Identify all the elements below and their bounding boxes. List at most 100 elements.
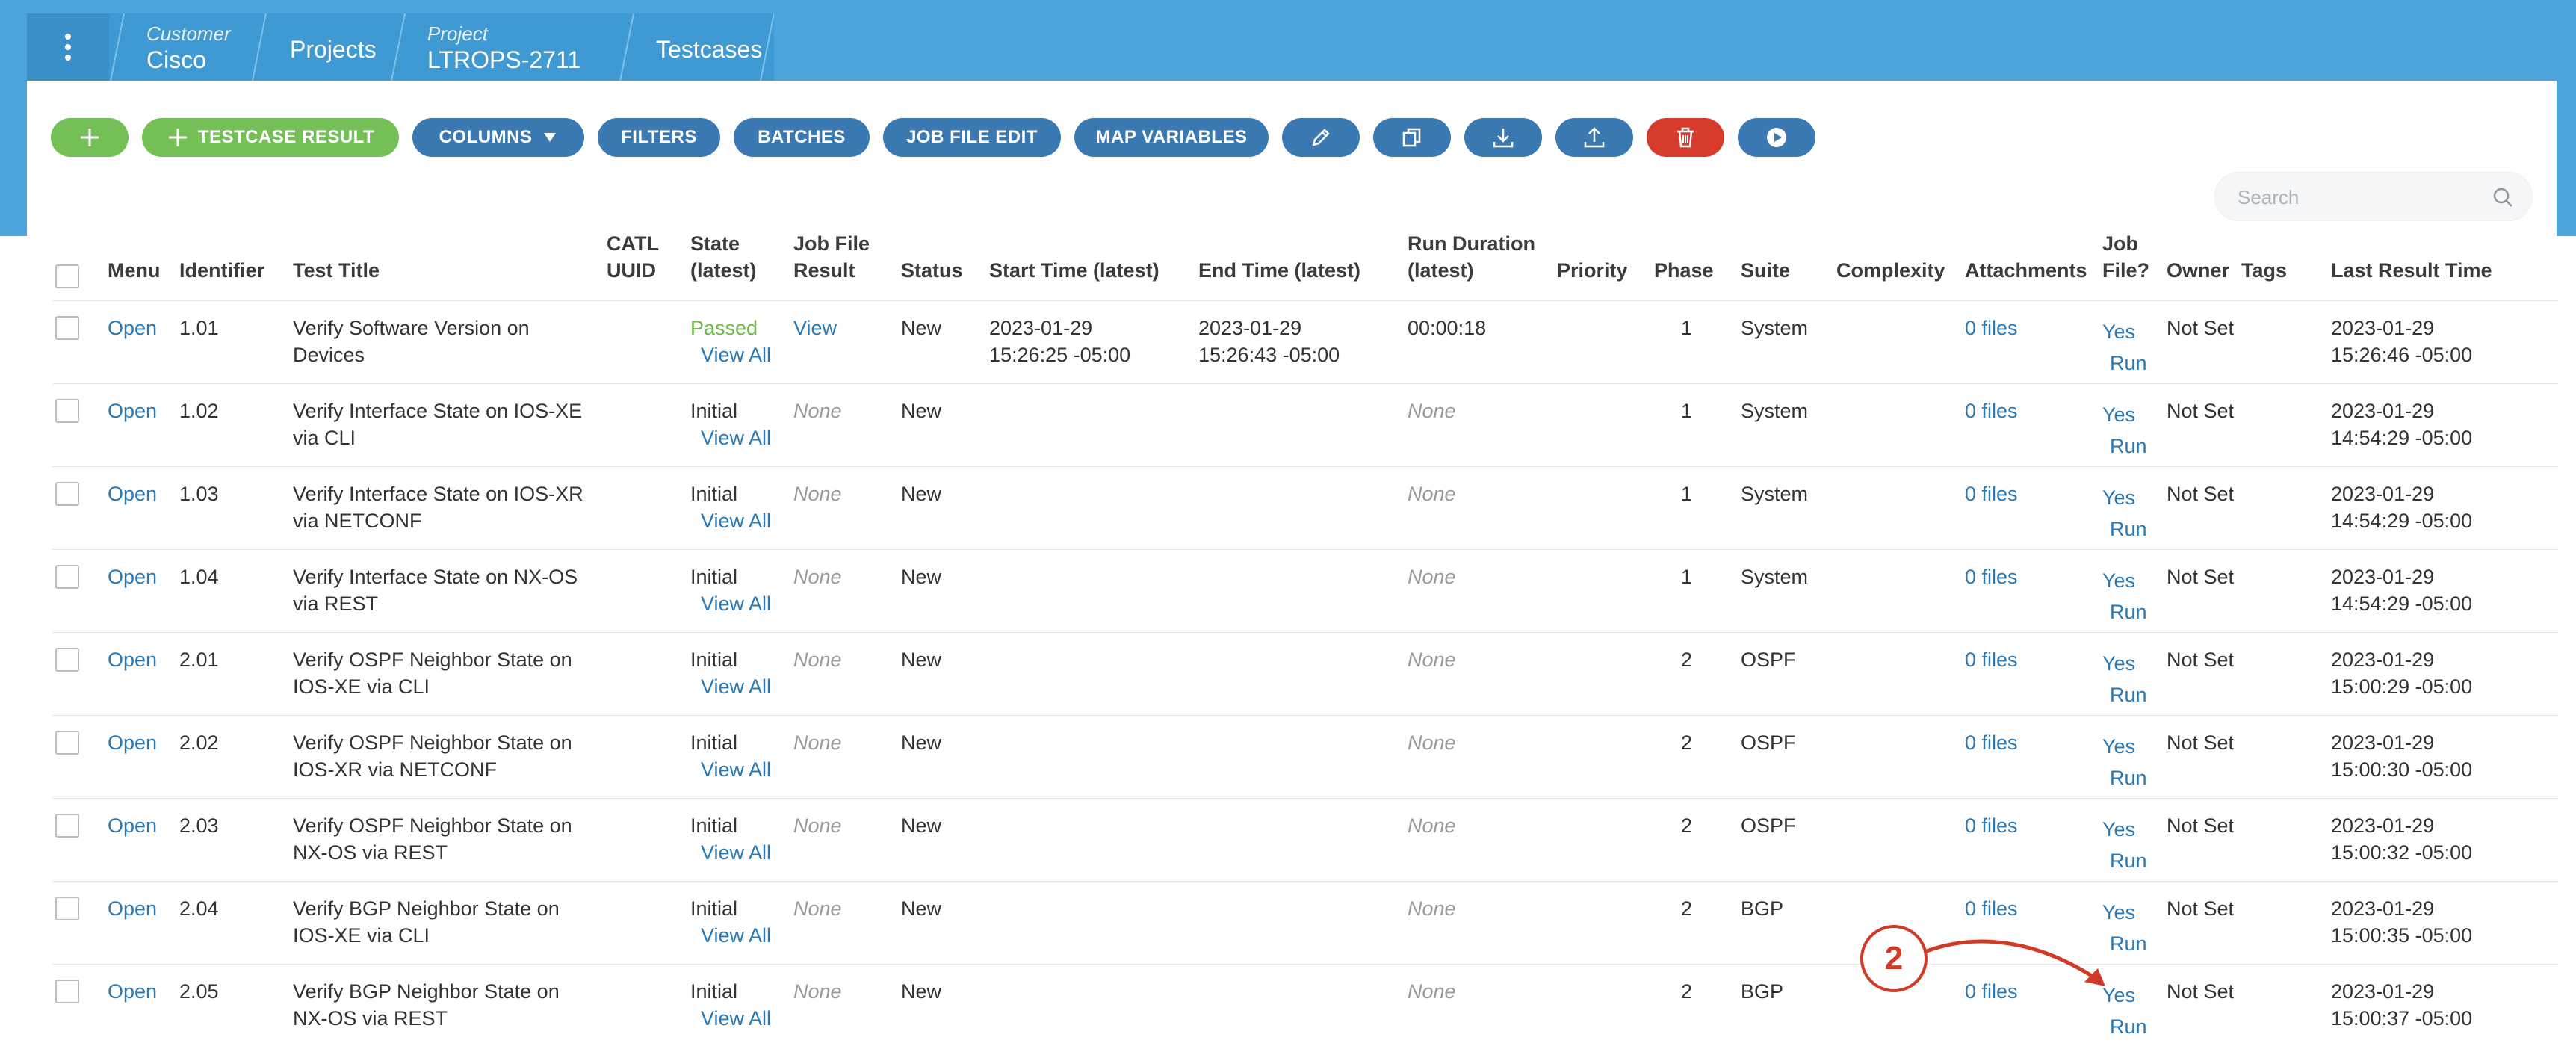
open-menu-link[interactable]: Open (108, 563, 157, 590)
select-all-checkbox[interactable] (55, 264, 79, 288)
testcase-result-button[interactable]: TESTCASE RESULT (142, 118, 399, 157)
attachments-link[interactable]: 0 files (1965, 646, 2018, 673)
run-link[interactable]: Run (2102, 513, 2147, 545)
job-file-yes-link[interactable]: Yes (2102, 316, 2147, 347)
job-file-edit-button[interactable]: JOB FILE EDIT (883, 118, 1061, 157)
row-checkbox[interactable] (55, 565, 79, 589)
batches-button[interactable]: BATCHES (734, 118, 870, 157)
view-all-link[interactable]: View All (690, 1005, 771, 1032)
test-title[interactable]: Verify Software Version on Devices (293, 315, 530, 368)
open-menu-link[interactable]: Open (108, 315, 157, 341)
column-header-owner[interactable]: Owner (2167, 257, 2229, 284)
test-title[interactable]: Verify BGP Neighbor State on NX-OS via RE… (293, 978, 560, 1032)
column-header-state[interactable]: State (latest) (690, 230, 757, 284)
job-file-yes-link[interactable]: Yes (2102, 814, 2147, 845)
view-all-link[interactable]: View All (690, 507, 771, 534)
run-button[interactable] (1738, 118, 1815, 157)
breadcrumb-menu-button[interactable] (27, 13, 109, 81)
job-file-yes-link[interactable]: Yes (2102, 565, 2147, 596)
column-header-test-title[interactable]: Test Title (293, 257, 380, 284)
column-header-priority[interactable]: Priority (1557, 257, 1628, 284)
attachments-link[interactable]: 0 files (1965, 895, 2018, 922)
test-title[interactable]: Verify Interface State on IOS-XR via NETC… (293, 480, 583, 534)
column-header-start-time[interactable]: Start Time (latest) (989, 257, 1159, 284)
attachments-link[interactable]: 0 files (1965, 397, 2018, 424)
view-all-link[interactable]: View All (690, 673, 771, 700)
test-title[interactable]: Verify OSPF Neighbor State on NX-OS via R… (293, 812, 572, 866)
view-all-link[interactable]: View All (690, 839, 771, 866)
attachments-link[interactable]: 0 files (1965, 729, 2018, 756)
search-box[interactable] (2214, 172, 2533, 221)
run-link[interactable]: Run (2102, 347, 2147, 379)
row-checkbox[interactable] (55, 814, 79, 838)
open-menu-link[interactable]: Open (108, 729, 157, 756)
row-checkbox[interactable] (55, 482, 79, 506)
search-icon[interactable] (2492, 186, 2514, 208)
row-checkbox[interactable] (55, 980, 79, 1003)
row-checkbox[interactable] (55, 316, 79, 340)
search-input[interactable] (2238, 183, 2477, 211)
download-button[interactable] (1464, 118, 1542, 157)
filters-button[interactable]: FILTERS (598, 118, 720, 157)
job-file-yes-link[interactable]: Yes (2102, 731, 2147, 762)
column-header-attachments[interactable]: Attachments (1965, 257, 2087, 284)
column-header-job-file-result[interactable]: Job File Result (793, 230, 870, 284)
add-testcase-button[interactable] (51, 118, 129, 157)
run-link[interactable]: Run (2102, 762, 2147, 793)
job-file-yes-link[interactable]: Yes (2102, 648, 2147, 679)
run-link[interactable]: Run (2102, 679, 2147, 711)
column-header-run-duration[interactable]: Run Duration (latest) (1408, 230, 1535, 284)
attachments-link[interactable]: 0 files (1965, 480, 2018, 507)
column-header-last-result-time[interactable]: Last Result Time (2331, 257, 2492, 284)
column-header-tags[interactable]: Tags (2241, 257, 2287, 284)
run-link[interactable]: Run (2102, 845, 2147, 876)
map-variables-button[interactable]: MAP VARIABLES (1074, 118, 1269, 157)
test-title[interactable]: Verify OSPF Neighbor State on IOS-XR via … (293, 729, 572, 783)
view-all-link[interactable]: View All (690, 922, 771, 949)
open-menu-link[interactable]: Open (108, 646, 157, 673)
attachments-link[interactable]: 0 files (1965, 315, 2018, 341)
run-link[interactable]: Run (2102, 596, 2147, 628)
attachments-link[interactable]: 0 files (1965, 812, 2018, 839)
view-all-link[interactable]: View All (690, 590, 771, 617)
open-menu-link[interactable]: Open (108, 397, 157, 424)
columns-button[interactable]: COLUMNS (412, 118, 584, 157)
column-header-catl-uuid[interactable]: CATL UUID (607, 230, 659, 284)
view-all-link[interactable]: View All (690, 341, 771, 368)
open-menu-link[interactable]: Open (108, 978, 157, 1005)
copy-button[interactable] (1373, 118, 1451, 157)
test-title[interactable]: Verify BGP Neighbor State on IOS-XE via C… (293, 895, 560, 949)
breadcrumb-projects[interactable]: Projects (266, 13, 393, 81)
job-file-yes-link[interactable]: Yes (2102, 897, 2147, 928)
row-checkbox[interactable] (55, 399, 79, 423)
open-menu-link[interactable]: Open (108, 812, 157, 839)
open-menu-link[interactable]: Open (108, 895, 157, 922)
row-checkbox[interactable] (55, 731, 79, 755)
test-title[interactable]: Verify Interface State on IOS-XE via CLI (293, 397, 582, 451)
run-link[interactable]: Run (2102, 430, 2147, 462)
column-header-phase[interactable]: Phase (1654, 257, 1714, 284)
test-title[interactable]: Verify Interface State on NX-OS via REST (293, 563, 578, 617)
breadcrumb-project[interactable]: Project LTROPS-2711 (405, 13, 622, 81)
column-header-complexity[interactable]: Complexity (1836, 257, 1945, 284)
breadcrumb-testcases[interactable]: Testcases (634, 13, 768, 81)
run-link[interactable]: Run (2102, 1011, 2147, 1042)
view-all-link[interactable]: View All (690, 424, 771, 451)
job-file-yes-link[interactable]: Yes (2102, 399, 2147, 430)
upload-button[interactable] (1555, 118, 1633, 157)
breadcrumb-customer[interactable]: Customer Cisco (124, 13, 258, 81)
row-checkbox[interactable] (55, 897, 79, 920)
attachments-link[interactable]: 0 files (1965, 563, 2018, 590)
column-header-status[interactable]: Status (901, 257, 963, 284)
view-all-link[interactable]: View All (690, 756, 771, 783)
row-checkbox[interactable] (55, 648, 79, 672)
job-file-yes-link[interactable]: Yes (2102, 482, 2147, 513)
test-title[interactable]: Verify OSPF Neighbor State on IOS-XE via … (293, 646, 572, 700)
column-header-end-time[interactable]: End Time (latest) (1198, 257, 1360, 284)
column-header-suite[interactable]: Suite (1741, 257, 1790, 284)
column-header-identifier[interactable]: Identifier (179, 257, 264, 284)
open-menu-link[interactable]: Open (108, 480, 157, 507)
column-header-menu[interactable]: Menu (108, 257, 161, 284)
column-header-job-file[interactable]: Job File? (2102, 230, 2149, 284)
edit-button[interactable] (1282, 118, 1360, 157)
